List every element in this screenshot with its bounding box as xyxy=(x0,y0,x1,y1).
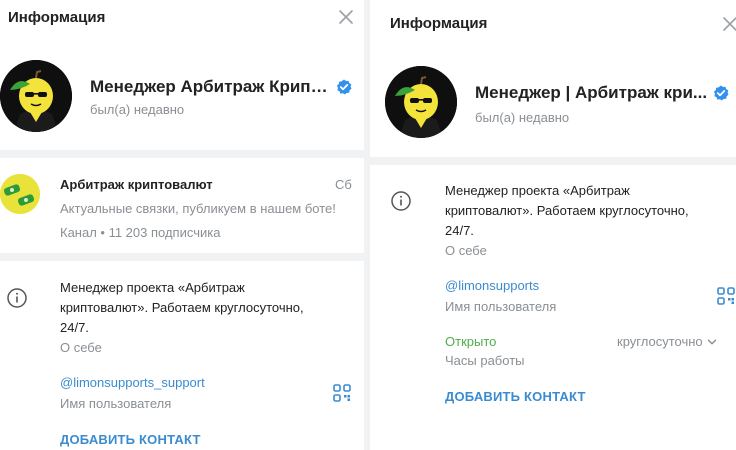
verified-badge-icon xyxy=(713,85,729,101)
add-contact-button[interactable]: ДОБАВИТЬ КОНТАКТ xyxy=(445,389,586,404)
business-hours-status: Открыто xyxy=(445,334,497,349)
left-info-panel: Информация Менеджер Арбитраж Крипт... бы… xyxy=(0,0,364,450)
section-divider xyxy=(0,150,364,158)
bio-line: 24/7. xyxy=(60,320,89,335)
username-link[interactable]: @limonsupports xyxy=(445,278,539,293)
avatar[interactable] xyxy=(385,66,457,138)
profile-name: Менеджер Арбитраж Крипт... xyxy=(90,77,330,96)
username-label: Имя пользователя xyxy=(60,396,172,411)
profile-name: Менеджер | Арбитраж кри... xyxy=(475,83,708,102)
channel-title: Арбитраж криптовалют xyxy=(60,177,213,192)
qr-code-icon[interactable] xyxy=(333,384,351,402)
bio-line: криптовалют». Работаем круглосуточно, xyxy=(445,203,689,218)
channel-avatar xyxy=(0,174,40,214)
panel-title: Информация xyxy=(390,15,488,32)
add-contact-button[interactable]: ДОБАВИТЬ КОНТАКТ xyxy=(60,432,201,447)
bio-line: Менеджер проекта «Арбитраж xyxy=(445,183,630,198)
profile-name-row: Менеджер Арбитраж Крипт... xyxy=(90,77,352,97)
profile-name-row: Менеджер | Арбитраж кри... xyxy=(475,83,735,103)
bio-line: Менеджер проекта «Арбитраж xyxy=(60,280,245,295)
right-info-panel: Информация Менеджер | Арбитраж кри... бы… xyxy=(370,0,736,450)
panel-title: Информация xyxy=(8,9,106,26)
business-hours-dropdown[interactable]: круглосуточно xyxy=(617,334,717,349)
chevron-down-icon xyxy=(707,337,717,347)
close-icon[interactable] xyxy=(338,9,354,25)
avatar[interactable] xyxy=(0,60,72,132)
section-divider xyxy=(370,157,736,165)
bio-line: криптовалют». Работаем круглосуточно, xyxy=(60,300,304,315)
profile-status: был(а) недавно xyxy=(90,102,185,117)
business-hours-value: круглосуточно xyxy=(617,334,703,349)
bio-label: О себе xyxy=(445,243,487,258)
username-link[interactable]: @limonsupports_support xyxy=(60,375,205,390)
section-divider xyxy=(0,253,364,261)
channel-subscribers: Канал • 11 203 подписчика xyxy=(60,225,221,240)
bio-line: 24/7. xyxy=(445,223,474,238)
profile-status: был(а) недавно xyxy=(475,110,570,125)
bio-label: О себе xyxy=(60,340,102,355)
bio-text: Менеджер проекта «Арбитраж криптовалют».… xyxy=(445,181,725,241)
info-icon xyxy=(6,287,28,309)
info-icon xyxy=(390,190,412,212)
close-icon[interactable] xyxy=(722,16,736,32)
channel-last-post-date: Сб xyxy=(335,177,352,192)
bio-text: Менеджер проекта «Арбитраж криптовалют».… xyxy=(60,278,360,338)
username-label: Имя пользователя xyxy=(445,299,557,314)
channel-last-message: Актуальные связки, публикуем в нашем бот… xyxy=(60,201,336,216)
qr-code-icon[interactable] xyxy=(717,287,735,305)
business-hours-label: Часы работы xyxy=(445,353,525,368)
verified-badge-icon xyxy=(336,79,352,95)
